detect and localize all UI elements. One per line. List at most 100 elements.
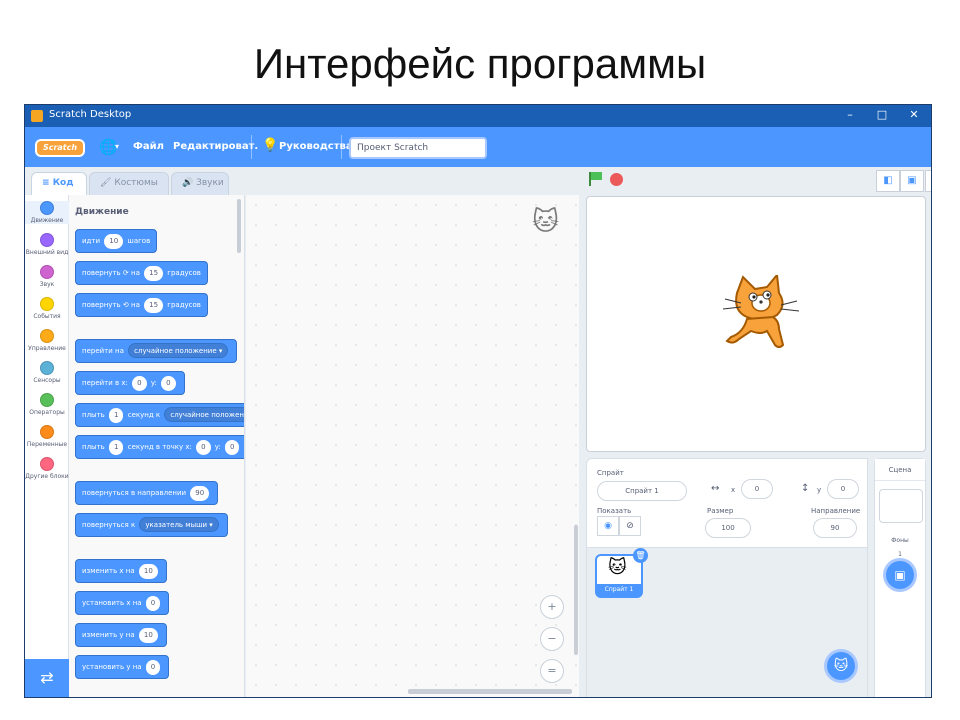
x-label: x: [731, 486, 736, 494]
block-text: плыть: [82, 411, 105, 419]
fullscreen-button[interactable]: ⤢: [925, 170, 931, 192]
chevron-down-icon: ▾: [218, 347, 223, 355]
block-point-direction[interactable]: повернуться в направлении 90: [75, 481, 219, 505]
category-item[interactable]: События: [25, 297, 69, 320]
block-number-input[interactable]: 0: [196, 440, 211, 455]
block-set-y[interactable]: установить y на 0: [75, 655, 170, 679]
x-position-input[interactable]: 0: [741, 479, 773, 499]
block-dropdown[interactable]: случайное положение: [164, 407, 244, 422]
block-text: повернуть: [82, 301, 121, 309]
sprite-info-panel: Спрайт Спрайт 1 ↔ x 0 ↕ y 0 Показать ◉ ⊘…: [586, 458, 868, 548]
add-extension-button[interactable]: ⇄: [25, 659, 69, 697]
category-label: Внешний вид: [25, 249, 69, 256]
category-item[interactable]: Сенсоры: [25, 361, 69, 384]
size-input[interactable]: 100: [705, 518, 751, 538]
block-turn-left[interactable]: повернуть ⟲ на 15 градусов: [75, 293, 208, 317]
tab-code[interactable]: ≡ Код: [31, 172, 87, 197]
sprite-thumbnail-name: Спрайт 1: [597, 584, 641, 596]
block-change-y[interactable]: изменить y на 10: [75, 623, 167, 647]
y-position-input[interactable]: 0: [827, 479, 859, 499]
zoom-reset-button[interactable]: =: [540, 659, 564, 683]
menu-file[interactable]: Файл: [133, 141, 164, 152]
project-title-input[interactable]: Проект Scratch: [349, 137, 487, 159]
green-flag-icon[interactable]: [588, 172, 602, 186]
category-item[interactable]: Переменные: [25, 425, 69, 448]
lightbulb-icon: 💡: [262, 138, 279, 153]
minimize-button[interactable]: –: [835, 108, 865, 121]
block-number-input[interactable]: 0: [145, 596, 161, 611]
tab-costumes[interactable]: 🖌 Костюмы: [89, 172, 169, 197]
block-number-input[interactable]: 0: [145, 660, 161, 675]
category-item[interactable]: Движение: [25, 201, 69, 224]
dropdown-value: случайное положение: [134, 347, 217, 355]
direction-input[interactable]: 90: [813, 518, 857, 538]
block-move-steps[interactable]: идти 10 шагов: [75, 229, 158, 253]
flag-cloth: [591, 172, 602, 180]
block-dropdown[interactable]: указатель мыши ▾: [139, 517, 219, 532]
category-item[interactable]: Внешний вид: [25, 233, 69, 256]
script-workspace[interactable]: 🐱 + − =: [246, 195, 579, 697]
block-glide-xy[interactable]: плыть 1 секунд в точку x: 0 y: 0: [75, 435, 244, 459]
backdrops-count: 1: [898, 551, 902, 558]
code-icon: ≡: [42, 178, 50, 188]
hide-sprite-button[interactable]: ⊘: [619, 516, 641, 536]
cat-sprite[interactable]: [717, 275, 801, 355]
normal-stage-button[interactable]: ▣: [900, 170, 924, 192]
tab-sounds[interactable]: 🔊 Звуки: [171, 172, 229, 197]
scratch-logo[interactable]: Scratch: [35, 139, 85, 157]
block-point-towards[interactable]: повернуться к указатель мыши ▾: [75, 513, 228, 537]
block-goto-xy[interactable]: перейти в x: 0 y: 0: [75, 371, 185, 395]
category-item[interactable]: Звук: [25, 265, 69, 288]
block-number-input[interactable]: 10: [138, 628, 158, 643]
choose-sprite-button[interactable]: 🐱: [824, 649, 858, 683]
block-number-input[interactable]: 90: [190, 486, 210, 501]
chevron-down-icon: ▾: [209, 521, 213, 529]
block-number-input[interactable]: 0: [132, 376, 147, 391]
close-button[interactable]: ✕: [899, 108, 929, 121]
category-label: Сенсоры: [33, 377, 61, 384]
block-text: повернуться к: [82, 521, 136, 529]
stage-canvas[interactable]: [586, 196, 926, 452]
zoom-in-button[interactable]: +: [540, 595, 564, 619]
block-number-input[interactable]: 10: [104, 234, 124, 249]
category-item[interactable]: Другие блоки: [25, 457, 69, 480]
brush-icon: 🖌: [100, 178, 112, 188]
block-number-input[interactable]: 0: [225, 440, 240, 455]
block-goto[interactable]: перейти на случайное положение ▾: [75, 339, 238, 363]
show-label: Показать: [597, 507, 632, 515]
stage-thumbnail[interactable]: [879, 489, 923, 523]
maximize-button[interactable]: □: [867, 108, 897, 121]
block-number-input[interactable]: 10: [138, 564, 158, 579]
block-number-input[interactable]: 15: [144, 298, 164, 313]
size-label: Размер: [707, 507, 734, 515]
block-set-x[interactable]: установить x на 0: [75, 591, 170, 615]
workspace-vertical-scrollbar[interactable]: [574, 525, 578, 655]
stop-icon[interactable]: [610, 173, 623, 186]
window-titlebar: Scratch Desktop – □ ✕: [25, 105, 931, 127]
block-text: градусов: [167, 269, 201, 277]
block-text: изменить y на: [82, 631, 135, 639]
zoom-out-button[interactable]: −: [540, 627, 564, 651]
small-stage-button[interactable]: ◧: [876, 170, 900, 192]
workspace-horizontal-scrollbar[interactable]: [408, 689, 572, 694]
block-text: перейти в x:: [82, 379, 128, 387]
delete-sprite-button[interactable]: 🗑: [633, 548, 648, 563]
block-glide[interactable]: плыть 1 секунд к случайное положение: [75, 403, 244, 427]
category-color-dot: [40, 265, 54, 279]
sprite-name-input[interactable]: Спрайт 1: [597, 481, 687, 501]
block-turn-right[interactable]: повернуть ⟳ на 15 градусов: [75, 261, 208, 285]
block-number-input[interactable]: 1: [109, 408, 124, 423]
category-item[interactable]: Управление: [25, 329, 69, 352]
block-number-input[interactable]: 1: [109, 440, 124, 455]
block-dropdown[interactable]: случайное положение ▾: [128, 343, 229, 358]
block-number-input[interactable]: 15: [144, 266, 164, 281]
block-number-input[interactable]: 0: [161, 376, 176, 391]
choose-backdrop-button[interactable]: ▣: [883, 558, 917, 592]
y-label: y: [817, 486, 822, 494]
show-sprite-button[interactable]: ◉: [597, 516, 619, 536]
category-color-dot: [40, 233, 54, 247]
palette-scrollbar[interactable]: [237, 199, 241, 253]
category-item[interactable]: Операторы: [25, 393, 69, 416]
menu-edit[interactable]: Редактироват.: [173, 141, 258, 152]
block-change-x[interactable]: изменить x на 10: [75, 559, 167, 583]
